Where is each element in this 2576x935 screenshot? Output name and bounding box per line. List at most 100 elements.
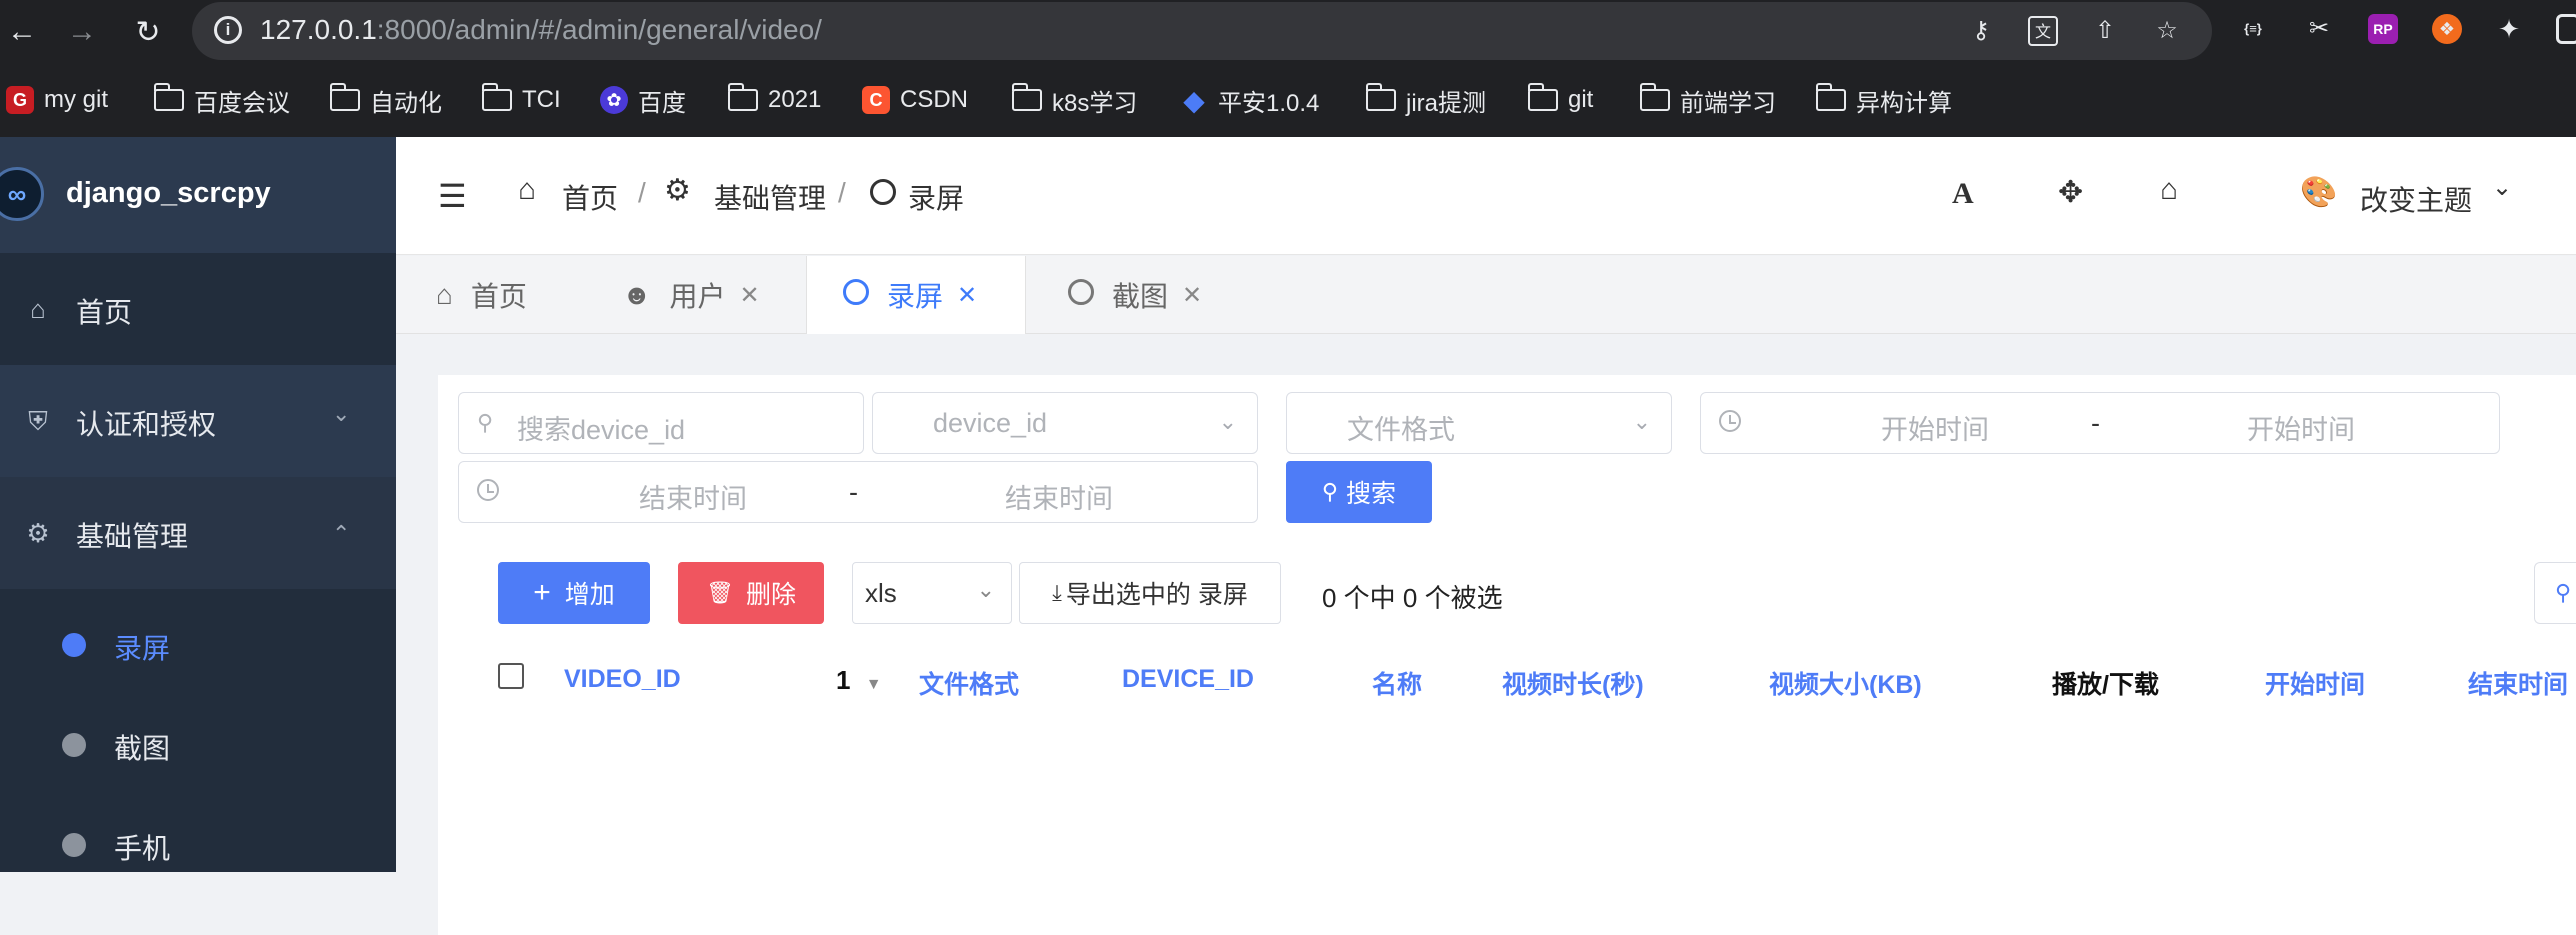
font-size-icon[interactable]: A <box>1952 177 1974 211</box>
bookmark-baidu[interactable]: ✿ 百度 <box>600 78 686 122</box>
breadcrumb-basic[interactable]: 基础管理 <box>714 177 826 217</box>
caret-down-icon: ▼ <box>865 676 882 693</box>
add-button[interactable]: + 增加 <box>498 562 650 624</box>
tab-screenshot[interactable]: 截图 ✕ <box>1068 256 1202 334</box>
column-header-size[interactable]: 视频大小(KB) <box>1769 665 1922 701</box>
sidebar-subitem-label: 截图 <box>114 733 171 764</box>
key-icon[interactable]: ⚷ <box>1966 16 1996 46</box>
dot-icon <box>62 633 86 657</box>
column-header-start-time[interactable]: 开始时间 <box>2265 665 2365 701</box>
bookmark-folder[interactable]: 自动化 <box>329 78 442 122</box>
url-text[interactable]: 127.0.0.1:8000/admin/#/admin/general/vid… <box>260 14 822 46</box>
gear-icon: ⚙ <box>26 518 50 548</box>
sidebar-item-auth[interactable]: ⛨ 认证和授权 ⌄ <box>0 365 396 477</box>
sidebar-item-basic[interactable]: ⚙ 基础管理 ⌃ <box>0 477 396 589</box>
tab-video[interactable]: 录屏 ✕ <box>806 256 1026 334</box>
folder-icon <box>727 83 758 111</box>
share-icon[interactable]: ⇧ <box>2090 16 2120 46</box>
sidebar-subitem-label: 录屏 <box>114 633 171 664</box>
bookmark-folder[interactable]: jira提测 <box>1365 78 1486 122</box>
chevron-down-icon: ⌄ <box>976 577 995 602</box>
bookmark-folder[interactable]: k8s学习 <box>1011 78 1137 122</box>
search-icon: ⚲ <box>1321 479 1339 504</box>
device-select[interactable]: device_id ⌄ <box>872 392 1258 454</box>
select-all-checkbox[interactable] <box>498 663 524 689</box>
back-icon[interactable]: ← <box>2 12 42 52</box>
bookmark-my-git[interactable]: G my git <box>6 78 108 122</box>
column-header-end-time[interactable]: 结束时间 <box>2468 665 2568 701</box>
palette-icon[interactable]: 🎨 <box>2300 175 2337 210</box>
fullscreen-icon[interactable]: ✥ <box>2058 175 2083 210</box>
bookmark-folder[interactable]: 百度会议 <box>153 78 290 122</box>
bookmark-folder[interactable]: 2021 <box>727 78 821 122</box>
home-icon[interactable]: ⌂ <box>2160 173 2178 207</box>
address-bar[interactable]: i 127.0.0.1:8000/admin/#/admin/general/v… <box>192 2 2212 60</box>
sidebar-item-label: 首页 <box>76 297 133 328</box>
sidebar-item-home[interactable]: ⌂ 首页 <box>0 253 396 365</box>
baidu-icon: ✿ <box>600 86 628 114</box>
dot-icon <box>62 733 86 757</box>
search-icon: ⚲ <box>477 410 494 435</box>
reload-icon[interactable]: ↻ <box>128 12 168 52</box>
translate-icon[interactable]: 文 <box>2028 16 2058 46</box>
bookmark-jira[interactable]: ◆ 平安1.0.4 <box>1180 78 1319 122</box>
search-input[interactable]: ⚲ 搜索device_id <box>458 392 864 454</box>
info-icon[interactable]: i <box>214 16 242 44</box>
forward-icon[interactable]: → <box>62 12 102 52</box>
jira-icon: ◆ <box>1183 84 1205 116</box>
hamburger-menu-icon[interactable]: ☰ <box>438 177 467 215</box>
tab-home[interactable]: ⌂ 首页 <box>436 256 527 334</box>
bookmark-folder[interactable]: 异构计算 <box>1815 78 1952 122</box>
close-icon[interactable]: ✕ <box>1182 281 1202 310</box>
column-header-name[interactable]: 名称 <box>1372 665 1422 701</box>
bookmark-folder[interactable]: git <box>1527 78 1593 122</box>
delete-button[interactable]: 🗑 删除 <box>678 562 824 624</box>
folder-icon <box>1639 83 1670 111</box>
table-search-input[interactable]: ⚲ <box>2534 562 2576 624</box>
folder-icon <box>329 83 360 111</box>
export-format-select[interactable]: xls ⌄ <box>852 562 1012 624</box>
bookmark-folder[interactable]: TCI <box>481 78 561 122</box>
close-icon[interactable]: ✕ <box>739 281 759 310</box>
search-icon: ⚲ <box>2555 580 2572 605</box>
breadcrumb-home[interactable]: 首页 <box>562 177 618 217</box>
bookmark-folder[interactable]: 前端学习 <box>1639 78 1776 122</box>
search-button[interactable]: ⚲ 搜索 <box>1286 461 1432 523</box>
tab-bar: ⌂ 首页 ☻ 用户 ✕ 录屏 ✕ 截图 ✕ <box>396 256 2576 334</box>
folder-icon <box>153 83 184 111</box>
sidepanel-icon[interactable] <box>2556 14 2576 44</box>
folder-icon <box>1527 83 1558 111</box>
sidebar-subitem-video[interactable]: 录屏 <box>0 593 396 693</box>
breadcrumb-current: 录屏 <box>908 183 965 214</box>
sidebar-subitem-phone[interactable]: 手机 <box>0 793 396 893</box>
sort-indicator[interactable]: 1 ▼ <box>836 665 882 696</box>
column-header-video-id[interactable]: VIDEO_ID <box>564 665 681 694</box>
orange-extension-icon[interactable]: ❖ <box>2432 14 2462 44</box>
star-icon[interactable]: ☆ <box>2152 16 2182 46</box>
folder-icon <box>1365 83 1396 111</box>
bookmark-csdn[interactable]: C CSDN <box>862 78 968 122</box>
code-extension-icon[interactable]: {≡} <box>2238 14 2268 44</box>
theme-switcher[interactable]: 改变主题 <box>2360 179 2472 219</box>
brand-name: django_scrcpy <box>66 177 271 209</box>
scissors-icon[interactable]: ✂ <box>2304 14 2334 44</box>
rp-extension-icon[interactable]: RP <box>2368 14 2398 44</box>
column-header-format[interactable]: 文件格式 <box>919 665 1019 701</box>
export-selected-button[interactable]: ⤓ 导出选中的 录屏 <box>1019 562 1281 624</box>
tab-user[interactable]: ☻ 用户 ✕ <box>622 256 760 334</box>
brand[interactable]: ∞ django_scrcpy <box>0 137 396 253</box>
content-card: ⚲ 搜索device_id device_id ⌄ 文件格式 ⌄ 开始时间 - … <box>438 375 2576 935</box>
breadcrumb-separator: / <box>638 177 646 208</box>
column-header-play-download: 播放/下载 <box>2052 671 2159 699</box>
column-header-device-id[interactable]: DEVICE_ID <box>1122 665 1254 694</box>
end-time-range[interactable]: 结束时间 - 结束时间 <box>458 461 1258 523</box>
column-header-duration[interactable]: 视频时长(秒) <box>1502 665 1644 701</box>
sidebar-subitem-screenshot[interactable]: 截图 <box>0 693 396 793</box>
sidebar: ∞ django_scrcpy ⌂ 首页 ⛨ 认证和授权 ⌄ ⚙ 基础管理 ⌃ … <box>0 137 396 872</box>
puzzle-icon[interactable]: ✦ <box>2494 14 2524 44</box>
start-time-range[interactable]: 开始时间 - 开始时间 <box>1700 392 2500 454</box>
chevron-down-icon[interactable]: ⌄ <box>2492 173 2512 202</box>
format-select[interactable]: 文件格式 ⌄ <box>1286 392 1672 454</box>
table-header: VIDEO_ID 1 ▼ 文件格式 DEVICE_ID 名称 视频时长(秒) 视… <box>438 625 2576 725</box>
close-icon[interactable]: ✕ <box>957 281 977 310</box>
